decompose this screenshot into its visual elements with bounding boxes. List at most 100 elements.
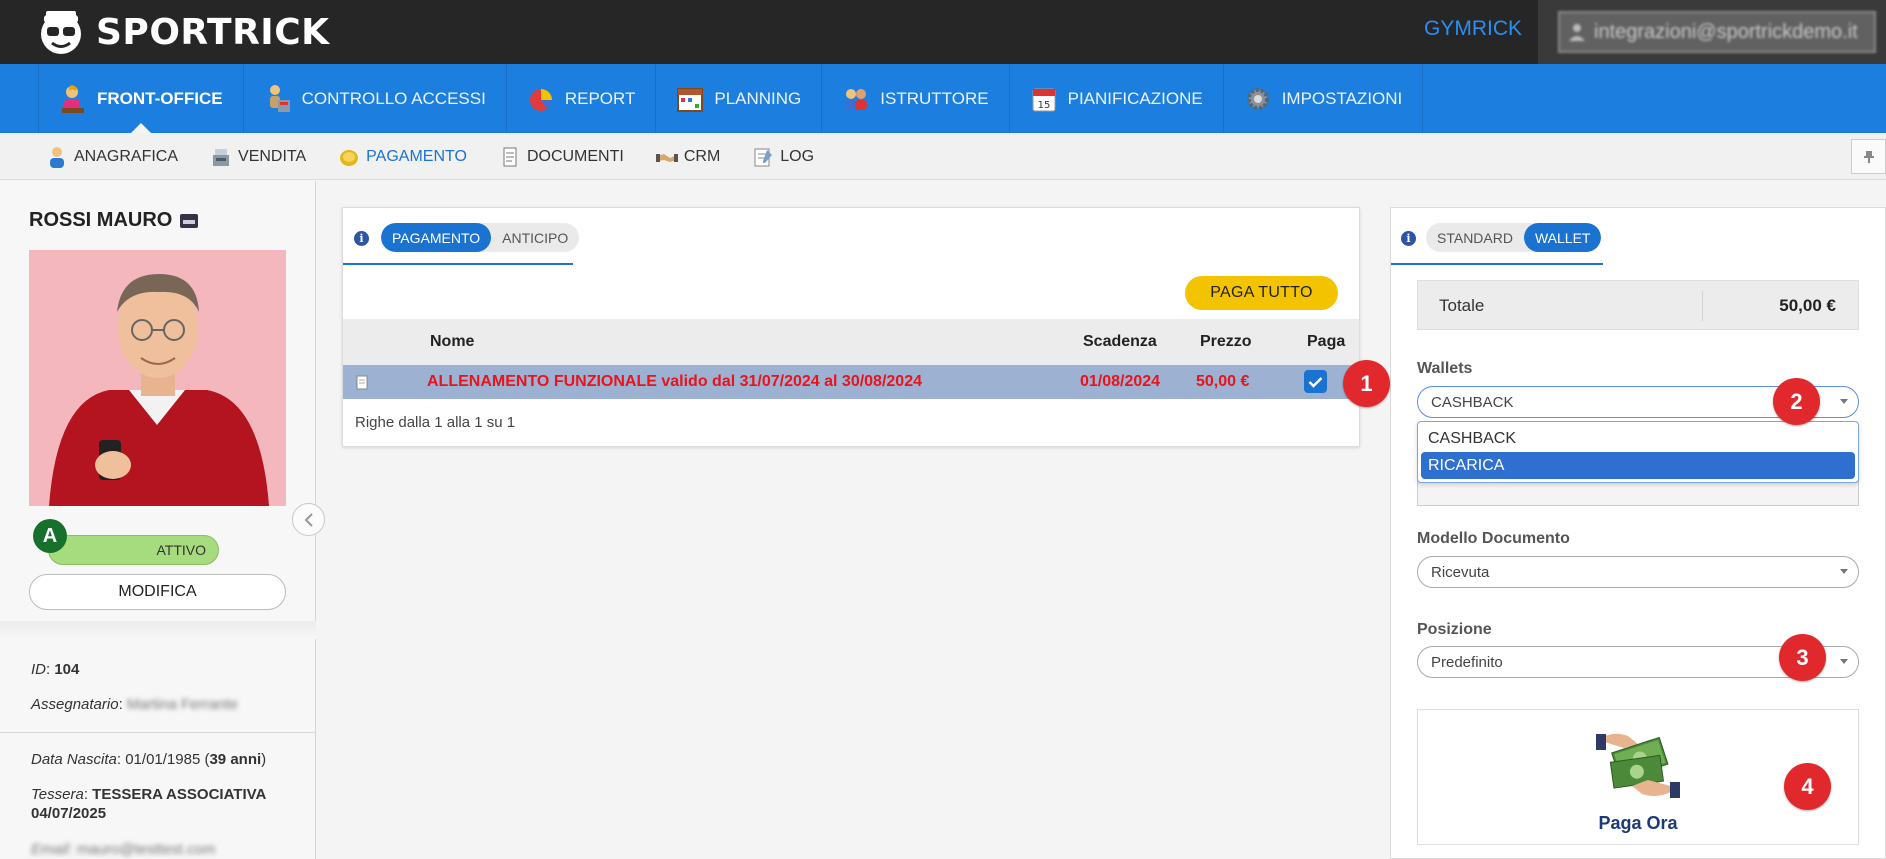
tab-standard[interactable]: STANDARD <box>1426 223 1524 252</box>
subnav-label: VENDITA <box>238 147 307 165</box>
total-box: Totale 50,00 € <box>1417 280 1859 330</box>
coin-icon <box>340 149 359 166</box>
doc-model-select[interactable]: Ricevuta <box>1417 556 1859 588</box>
wallet-panel: i STANDARD WALLET Totale 50,00 € Wallets… <box>1390 207 1886 859</box>
step-marker-2: 2 <box>1773 378 1820 425</box>
nav-front-office[interactable]: FRONT-OFFICE <box>38 64 244 133</box>
log-icon <box>754 148 773 166</box>
assignee-value: Martina Ferrante <box>126 696 238 713</box>
gym-name-link[interactable]: GYMRICK <box>1424 17 1522 41</box>
column-nome[interactable]: Nome <box>430 333 474 351</box>
checkmark-icon <box>1308 376 1323 388</box>
shadow-divider <box>0 621 316 639</box>
subnav-pagamento[interactable]: PAGAMENTO <box>338 146 467 168</box>
subnav-label: ANAGRAFICA <box>74 147 179 165</box>
card-label: Tessera <box>31 786 84 803</box>
table-row[interactable]: ALLENAMENTO FUNZIONALE valido dal 31/07/… <box>343 365 1359 399</box>
sub-navigation: ANAGRAFICA VENDITA PAGAMENTO DOCUMENTI C… <box>0 133 1886 180</box>
customer-id-line: ID: 104 <box>31 661 80 678</box>
card-line: Tessera: TESSERA ASSOCIATIVA <box>31 786 267 803</box>
subnav-log[interactable]: LOG <box>752 146 814 168</box>
nav-label: ISTRUTTORE <box>880 88 989 108</box>
email-value: mauro@testtest.com <box>76 841 216 858</box>
nav-controllo-accessi[interactable]: CONTROLLO ACCESSI <box>244 64 507 133</box>
card-date-line: 04/07/2025 <box>31 805 106 822</box>
pie-chart-icon <box>529 88 552 111</box>
handshake-icon <box>655 153 678 162</box>
tab-anticipo[interactable]: ANTICIPO <box>491 223 579 252</box>
chevron-down-icon <box>1840 659 1848 664</box>
subnav-documenti[interactable]: DOCUMENTI <box>499 146 624 168</box>
subnav-label: PAGAMENTO <box>366 147 467 165</box>
step-marker-3: 3 <box>1779 634 1826 681</box>
assignee-label: Assegnatario <box>31 696 119 713</box>
modify-button[interactable]: MODIFICA <box>29 574 286 610</box>
card-date: 04/07/2025 <box>31 805 107 822</box>
tab-underline <box>343 263 573 265</box>
nav-label: PIANIFICAZIONE <box>1067 88 1203 108</box>
main-navigation: FRONT-OFFICE CONTROLLO ACCESSI REPORT PL… <box>0 64 1886 133</box>
wallet-tabs: STANDARD WALLET <box>1426 223 1602 252</box>
chevron-left-icon <box>304 512 313 527</box>
birth-value: 01/01/1985 <box>125 751 201 768</box>
calendar-grid-icon <box>677 87 704 112</box>
subnav-vendita[interactable]: VENDITA <box>210 146 306 168</box>
position-label: Posizione <box>1417 621 1492 638</box>
status-text: ATTIVO <box>156 542 206 558</box>
column-scadenza[interactable]: Scadenza <box>1083 333 1157 351</box>
total-separator <box>1702 291 1703 321</box>
nav-planning[interactable]: PLANNING <box>656 64 823 133</box>
customer-portrait-image <box>29 250 286 506</box>
column-paga[interactable]: Paga <box>1307 333 1345 351</box>
user-account-field[interactable]: integrazioni@sportrickdemo.it <box>1558 11 1876 53</box>
subnav-crm[interactable]: CRM <box>655 146 720 168</box>
user-account-area: integrazioni@sportrickdemo.it <box>1538 0 1886 64</box>
pin-button[interactable] <box>1851 139 1886 174</box>
users-icon <box>845 88 868 110</box>
pay-all-button[interactable]: PAGA TUTTO <box>1185 276 1338 310</box>
card-value: TESSERA ASSOCIATIVA <box>92 786 267 803</box>
tab-pagamento[interactable]: PAGAMENTO <box>381 223 492 252</box>
brand-logo[interactable]: SPORTRICK <box>36 2 330 62</box>
nav-istruttore[interactable]: ISTRUTTORE <box>822 64 1010 133</box>
brand-name: SPORTRICK <box>96 11 330 53</box>
id-label: ID <box>31 661 46 678</box>
info-icon[interactable]: i <box>354 231 369 246</box>
calendar-icon: 15 <box>1032 88 1056 111</box>
tab-wallet[interactable]: WALLET <box>1523 223 1602 252</box>
id-card-icon[interactable] <box>180 213 199 228</box>
subnav-label: LOG <box>780 147 815 165</box>
divider <box>0 732 316 733</box>
status-badge: ATTIVO <box>48 535 219 565</box>
subnav-anagrafica[interactable]: ANAGRAFICA <box>46 146 178 168</box>
pay-checkbox[interactable] <box>1304 370 1327 393</box>
column-prezzo[interactable]: Prezzo <box>1200 333 1252 351</box>
table-footer: Righe dalla 1 alla 1 su 1 <box>355 414 516 431</box>
chevron-down-icon <box>1840 399 1848 404</box>
subnav-label: DOCUMENTI <box>526 147 624 165</box>
nav-label: IMPOSTAZIONI <box>1281 88 1403 108</box>
age-value: 39 anni <box>209 751 262 768</box>
nav-impostazioni[interactable]: IMPOSTAZIONI <box>1224 64 1424 133</box>
pin-icon <box>1863 150 1874 163</box>
info-icon[interactable]: i <box>1401 231 1416 246</box>
pay-now-label: Paga Ora <box>1598 813 1678 833</box>
customer-name-heading: ROSSI MAURO <box>29 209 199 232</box>
nav-pianificazione[interactable]: 15 PIANIFICAZIONE <box>1010 64 1224 133</box>
collapse-panel-button[interactable] <box>292 503 325 536</box>
nav-report[interactable]: REPORT <box>507 64 657 133</box>
customer-photo <box>29 250 286 506</box>
svg-text:15: 15 <box>1037 100 1050 111</box>
step-marker-4: 4 <box>1784 763 1831 810</box>
step-marker-1: 1 <box>1343 360 1390 407</box>
wallets-dropdown: CASHBACK RICARICA <box>1417 421 1859 483</box>
customer-panel: ROSSI MAURO A ATTIVO MODIFICA ID: 104 As… <box>0 181 316 859</box>
birth-date-line: Data Nascita: 01/01/1985 (39 anni) <box>31 751 267 768</box>
assignee-line: Assegnatario: Martina Ferrante <box>31 696 238 713</box>
nav-label: CONTROLLO ACCESSI <box>301 88 486 108</box>
nav-label: PLANNING <box>714 88 802 108</box>
payment-tabs: PAGAMENTO ANTICIPO <box>381 223 580 252</box>
wallet-option-cashback[interactable]: CASHBACK <box>1421 425 1855 452</box>
wallet-option-ricarica[interactable]: RICARICA <box>1421 452 1855 479</box>
table-header: Nome Scadenza Prezzo Paga <box>343 319 1359 365</box>
